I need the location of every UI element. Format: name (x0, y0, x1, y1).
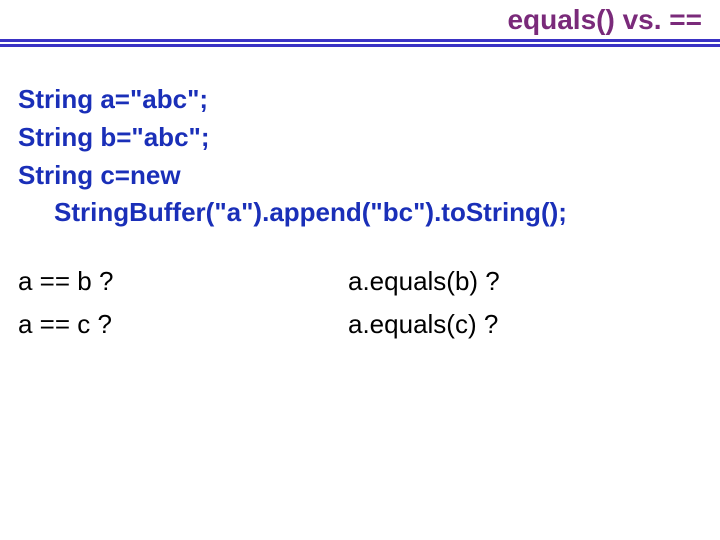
content-area: String a="abc"; String b="abc"; String c… (0, 47, 720, 342)
question-row-2: a == c ? a.equals(c) ? (18, 307, 702, 342)
question-block: a == b ? a.equals(b) ? a == c ? a.equals… (18, 264, 702, 342)
question-1-left: a == b ? (18, 264, 348, 299)
question-2-right: a.equals(c) ? (348, 307, 702, 342)
question-1-right: a.equals(b) ? (348, 264, 702, 299)
code-line-1: String a="abc"; (18, 83, 702, 117)
divider-top (0, 39, 720, 42)
question-row-1: a == b ? a.equals(b) ? (18, 264, 702, 299)
question-2-left: a == c ? (18, 307, 348, 342)
code-line-2: String b="abc"; (18, 121, 702, 155)
slide: equals() vs. == String a="abc"; String b… (0, 0, 720, 540)
code-line-3b: StringBuffer("a").append("bc").toString(… (18, 196, 702, 230)
code-line-3a: String c=new (18, 159, 702, 193)
slide-title: equals() vs. == (0, 0, 720, 38)
